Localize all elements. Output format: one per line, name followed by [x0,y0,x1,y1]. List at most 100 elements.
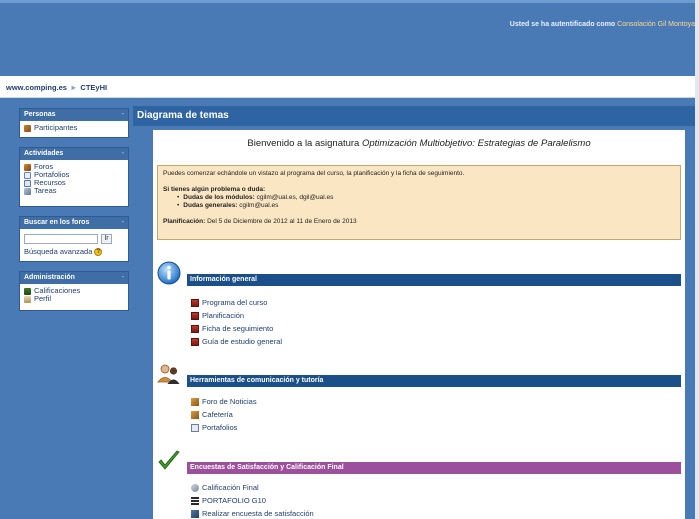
contact-list: Dudas de los módulos: cgilm@ual.es, dgil… [177,194,675,210]
breadcrumb-separator: ► [69,83,78,92]
activities-block: Actividades - Foros Portafolios Recursos [19,147,129,207]
forum-icon [191,410,199,419]
course-name: Optimización Multiobjetivo: Estrategias … [361,138,591,149]
sidebar-item-profile[interactable]: Perfil [24,295,124,303]
survey-icon [191,509,199,518]
item-label: Cafetería [202,410,233,419]
resource-icon [24,179,31,187]
planning-value: Del 5 de Diciembre de 2012 al 11 de Ener… [207,218,357,225]
forum-search-block-title: Buscar en los foros [24,219,90,226]
item-label: Calificación Final [202,483,259,492]
list-item[interactable]: Foro de Noticias [191,395,257,408]
people-block: Personas - Participantes [19,108,129,138]
left-sidebar: Personas - Participantes Actividades - F… [19,108,129,320]
forum-search-input[interactable] [24,234,98,244]
course-info-box: Puedes comenzar echándole un vistazo al … [157,165,681,240]
list-item[interactable]: Calificación Final [191,481,314,494]
administration-block-title: Administración [24,274,75,281]
login-info: Usted se ha autentificado como Consolaci… [510,21,695,28]
sidebar-item-label: Tareas [34,186,57,195]
pdf-icon [191,337,199,346]
administration-block-toggle[interactable]: - [122,272,124,284]
forum-search-block: Buscar en los foros - Ir Búsqueda avanza… [19,216,129,262]
course-content: Bienvenido a la asignatura Optimización … [153,130,685,519]
site-header: Usted se ha autentificado como Consolaci… [0,0,699,76]
activities-block-header: Actividades - [20,148,128,160]
scrollbar[interactable] [695,0,699,519]
list-item[interactable]: Programa del curso [191,296,282,309]
forum-icon [24,163,31,171]
list-item[interactable]: Realizar encuesta de satisfacción [191,507,314,519]
checkmark-icon [158,450,180,470]
administration-block-header: Administración - [20,272,128,284]
portfolio-icon [24,171,31,179]
item-label: PORTAFOLIO G10 [202,496,266,505]
people-icon [157,364,180,384]
section-title-surveys-grades: Encuestas de Satisfacción y Calificación… [187,462,681,474]
sidebar-item-label: Participantes [34,123,78,132]
breadcrumb-course[interactable]: CTEyHI [80,83,107,92]
people-block-header: Personas - [20,109,128,121]
section-communication-tools: Herramientas de comunicación y tutoría F… [157,362,681,437]
activities-block-title: Actividades [24,150,64,157]
contact-general-value[interactable]: cgilm@ual.es [239,202,278,209]
grade-icon [191,483,199,492]
pdf-icon [191,324,199,333]
advanced-search-link[interactable]: Búsqueda avanzada ? [24,247,124,256]
item-label: Programa del curso [202,298,268,307]
help-icon[interactable]: ? [94,247,103,256]
item-label: Ficha de seguimiento [202,324,274,333]
bars-icon [191,496,199,505]
forum-icon [191,397,199,406]
forum-search-go-button[interactable]: Ir [101,234,112,244]
section-items-surveys-grades: Calificación Final PORTAFOLIO G10 Realiz… [191,481,314,519]
item-label: Realizar encuesta de satisfacción [202,509,314,518]
list-item[interactable]: Cafetería [191,408,257,421]
list-item[interactable]: Ficha de seguimiento [191,322,282,335]
people-block-toggle[interactable]: - [122,109,124,121]
main-content: Diagrama de temas Bienvenido a la asigna… [133,106,699,519]
item-label: Guía de estudio general [202,337,283,346]
task-icon [24,187,31,195]
breadcrumb-site-link[interactable]: www.comping.es [6,83,67,92]
activities-block-toggle[interactable]: - [122,148,124,160]
section-title-general-info: Información general [187,274,681,286]
list-item[interactable]: Guía de estudio general [191,335,282,348]
list-item[interactable]: PORTAFOLIO G10 [191,494,314,507]
sidebar-item-participants[interactable]: Participantes [24,124,124,132]
participants-icon [24,124,31,132]
section-title-communication-tools: Herramientas de comunicación y tutoría [187,375,681,387]
sidebar-item-label: Perfil [34,294,52,303]
login-user-link[interactable]: Consolación Gil Montoya [617,21,695,28]
people-block-title: Personas [24,111,56,118]
item-label: Planificación [202,311,245,320]
contact-modules-value[interactable]: cgilm@ual.es, dgil@ual.es [257,194,334,201]
welcome-prefix: Bienvenido a la asignatura [247,138,360,149]
pdf-icon [191,298,199,307]
navigation-bar: www.comping.es ► CTEyHI [0,76,699,98]
item-label: Foro de Noticias [202,397,257,406]
breadcrumb: www.comping.es ► CTEyHI [6,83,107,92]
section-items-general-info: Programa del curso Planificación Ficha d… [191,296,282,348]
info-question: Si tienes algún problema o duda: [163,186,266,193]
sidebar-item-tasks[interactable]: Tareas [24,187,124,195]
forum-search-block-header: Buscar en los foros - [20,217,128,229]
page-body: Personas - Participantes Actividades - F… [0,98,699,519]
forum-search-block-toggle[interactable]: - [122,217,124,229]
info-icon [157,261,181,285]
contact-modules-label: Dudas de los módulos: [183,194,255,201]
contact-general-label: Dudas generales: [183,202,238,209]
page-title: Diagrama de temas [133,106,699,126]
portfolio-icon [191,423,199,432]
item-label: Portafolios [202,423,238,432]
list-item[interactable]: Planificación [191,309,282,322]
administration-block: Administración - Calificaciones Perfil [19,271,129,311]
planning-label: Planificación: [163,218,206,225]
login-prefix: Usted se ha autentificado como [509,21,616,28]
pdf-icon [191,311,199,320]
section-general-info: Información general Programa del curso P… [157,261,681,346]
list-item[interactable]: Portafolios [191,421,257,434]
contact-modules: Dudas de los módulos: cgilm@ual.es, dgil… [177,194,675,202]
contact-general: Dudas generales: cgilm@ual.es [177,202,675,210]
planning-line: Planificación: Del 5 de Diciembre de 201… [163,218,675,225]
